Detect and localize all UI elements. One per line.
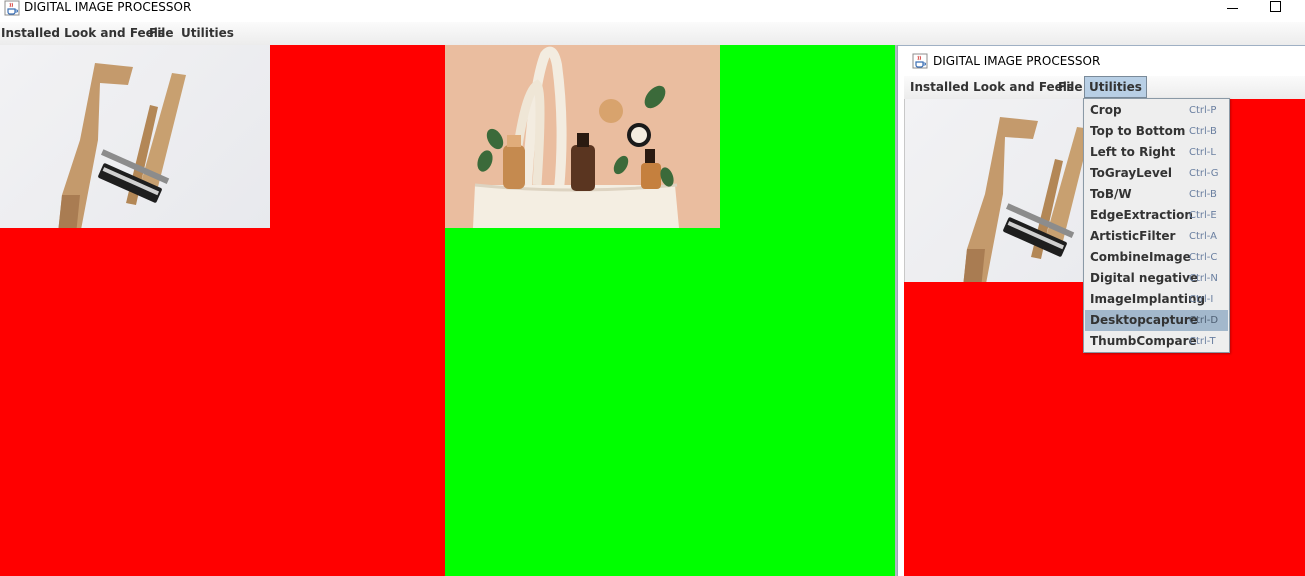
menu-item-artistic-filter[interactable]: ArtisticFilter Ctrl-A [1085,226,1228,247]
menu-item-shortcut: Ctrl-I [1189,294,1214,305]
window-title: DIGITAL IMAGE PROCESSOR [24,0,192,14]
menu-item-desktop-capture[interactable]: Desktopcapture Ctrl-D [1085,310,1228,331]
inner-menu-utilities[interactable]: Utilities [1084,76,1147,98]
inner-menu-installed-look-and-feels[interactable]: Installed Look and Feels [910,78,1074,96]
menu-item-shortcut: Ctrl-T [1189,336,1216,347]
menu-item-combine-image[interactable]: CombineImage Ctrl-C [1085,247,1228,268]
menu-item-to-bw[interactable]: ToB/W Ctrl-B [1085,184,1228,205]
maximize-icon[interactable] [1270,1,1281,12]
razor-photo [0,45,270,228]
menu-item-shortcut: Ctrl-D [1189,315,1219,326]
menu-utilities[interactable]: Utilities [181,24,234,42]
menu-item-label: Crop [1090,103,1122,117]
menu-item-crop[interactable]: Crop Ctrl-P [1085,100,1228,121]
menu-item-digital-negative[interactable]: Digital negative Ctrl-N [1085,268,1228,289]
minimize-icon[interactable] [1226,1,1240,15]
inner-menu-file[interactable]: File [1058,78,1083,96]
menu-bar: Installed Look and Feels File Utilities [0,22,1305,45]
utilities-dropdown-menu: Crop Ctrl-P Top to Bottom Ctrl-B Left to… [1083,98,1230,353]
menu-item-top-to-bottom[interactable]: Top to Bottom Ctrl-B [1085,121,1228,142]
menu-item-shortcut: Ctrl-N [1189,273,1218,284]
menu-item-shortcut: Ctrl-A [1189,231,1218,242]
inner-window-title: DIGITAL IMAGE PROCESSOR [933,54,1101,68]
menu-item-label: ArtisticFilter [1090,229,1176,243]
menu-item-shortcut: Ctrl-G [1189,168,1219,179]
java-coffee-cup-icon [4,0,20,16]
tote-bag-photo [445,45,720,228]
menu-item-label: Top to Bottom [1090,124,1186,138]
menu-item-to-gray-level[interactable]: ToGrayLevel Ctrl-G [1085,163,1228,184]
menu-installed-look-and-feels[interactable]: Installed Look and Feels [1,24,165,42]
menu-item-thumb-compare[interactable]: ThumbCompare Ctrl-T [1085,331,1228,352]
inner-title-bar: DIGITAL IMAGE PROCESSOR [898,45,1305,75]
java-coffee-cup-icon [912,53,928,69]
menu-item-label: EdgeExtraction [1090,208,1193,222]
menu-item-shortcut: Ctrl-E [1189,210,1217,221]
inner-menu-bar: Installed Look and Feels File Utilities [904,76,1305,99]
menu-item-label: CombineImage [1090,250,1191,264]
menu-item-label: Left to Right [1090,145,1176,159]
menu-item-label: ToB/W [1090,187,1132,201]
menu-item-label: ToGrayLevel [1090,166,1173,180]
menu-item-label: ThumbCompare [1090,334,1197,348]
menu-item-edge-extraction[interactable]: EdgeExtraction Ctrl-E [1085,205,1228,226]
menu-item-shortcut: Ctrl-C [1189,252,1218,263]
menu-item-shortcut: Ctrl-L [1189,147,1216,158]
menu-item-shortcut: Ctrl-P [1189,105,1217,116]
menu-item-label: ImageImplanting [1090,292,1206,306]
menu-item-label: Desktopcapture [1090,313,1198,327]
outer-title-bar: DIGITAL IMAGE PROCESSOR [0,0,1305,22]
menu-item-label: Digital negative [1090,271,1199,285]
menu-item-image-implanting[interactable]: ImageImplanting Ctrl-I [1085,289,1228,310]
menu-item-shortcut: Ctrl-B [1189,126,1217,137]
menu-file[interactable]: File [149,24,174,42]
menu-item-left-to-right[interactable]: Left to Right Ctrl-L [1085,142,1228,163]
menu-item-shortcut: Ctrl-B [1189,189,1217,200]
